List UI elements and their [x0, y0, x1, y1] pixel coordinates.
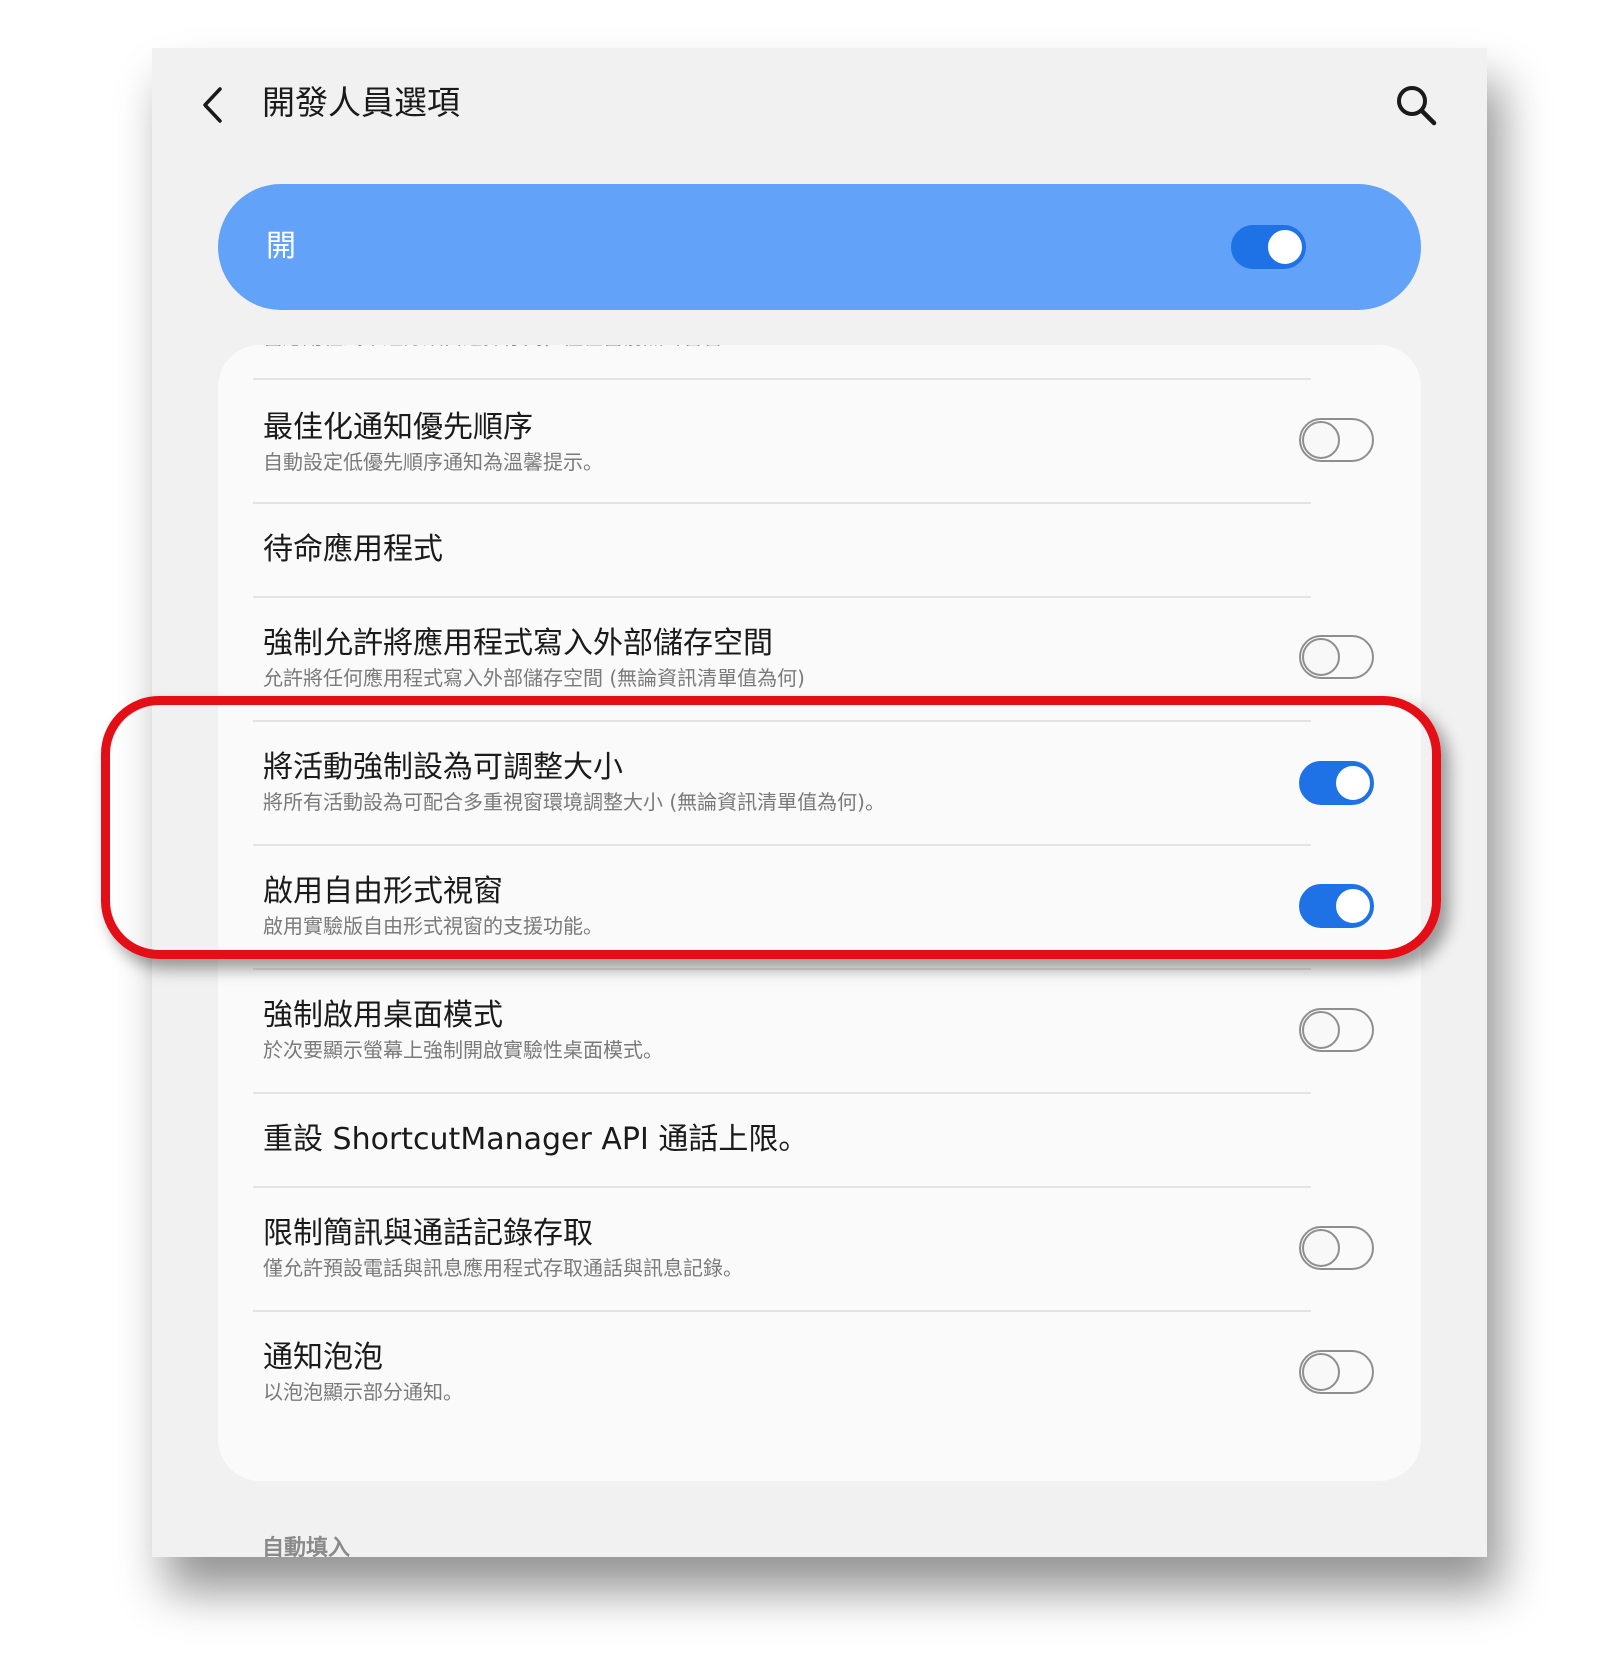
app-bar: 開發人員選項 [152, 48, 1487, 163]
settings-screen: 開發人員選項 開 當應用程式未經分類自選擇佇列，僅在當前無聲音音 最佳化通知優先… [152, 48, 1487, 1557]
toggle-knob [1266, 228, 1304, 266]
toggle-knob [1302, 638, 1340, 676]
list-item-force-desktop-mode[interactable]: 強制啟用桌面模式 於次要顯示螢幕上強制開啟實驗性桌面模式。 [218, 970, 1421, 1092]
toggle-knob [1302, 421, 1340, 459]
toggle-knob [1302, 1011, 1340, 1049]
item-title: 啟用自由形式視窗 [263, 874, 503, 909]
search-icon [1397, 86, 1437, 126]
toggle-optimize-notification-priority[interactable] [1299, 418, 1374, 462]
chevron-left-icon [203, 87, 222, 123]
list-item-standby-apps[interactable]: 待命應用程式 [218, 504, 1421, 596]
list-item-restrict-sms-call-log[interactable]: 限制簡訊與通話記錄存取 僅允許預設電話與訊息應用程式存取通話與訊息記錄。 [218, 1188, 1421, 1310]
toggle-force-external-storage[interactable] [1299, 635, 1374, 679]
item-title: 限制簡訊與通話記錄存取 [263, 1216, 593, 1251]
toggle-freeform-windows[interactable] [1299, 884, 1374, 928]
item-title: 將活動強制設為可調整大小 [263, 750, 623, 785]
item-subtitle: 啟用實驗版自由形式視窗的支援功能。 [263, 914, 603, 938]
toggle-knob [1334, 764, 1372, 802]
list-item-freeform-windows[interactable]: 啟用自由形式視窗 啟用實驗版自由形式視窗的支援功能。 [218, 846, 1421, 968]
settings-list: 當應用程式未經分類自選擇佇列，僅在當前無聲音音 最佳化通知優先順序 自動設定低優… [218, 345, 1421, 1481]
item-title: 強制啟用桌面模式 [263, 998, 503, 1033]
master-toggle[interactable] [1231, 225, 1306, 269]
item-title: 重設 ShortcutManager API 通話上限。 [263, 1122, 809, 1157]
search-button[interactable] [1392, 81, 1440, 129]
clipped-item-text: 當應用程式未經分類自選擇佇列，僅在當前無聲音音 [263, 345, 723, 353]
item-title: 最佳化通知優先順序 [263, 410, 533, 445]
toggle-force-desktop-mode[interactable] [1299, 1008, 1374, 1052]
toggle-knob [1334, 887, 1372, 925]
item-subtitle: 將所有活動設為可配合多重視窗環境調整大小 (無論資訊清單值為何)。 [263, 790, 885, 814]
master-switch-bar[interactable]: 開 [218, 184, 1421, 310]
master-switch-label: 開 [266, 229, 296, 264]
item-title: 強制允許將應用程式寫入外部儲存空間 [263, 626, 773, 661]
toggle-knob [1302, 1229, 1340, 1267]
toggle-notification-bubbles[interactable] [1299, 1350, 1374, 1394]
back-button[interactable] [192, 83, 236, 127]
list-item-reset-shortcutmanager-limit[interactable]: 重設 ShortcutManager API 通話上限。 [218, 1094, 1421, 1186]
toggle-restrict-sms-call-log[interactable] [1299, 1226, 1374, 1270]
item-subtitle: 允許將任何應用程式寫入外部儲存空間 (無論資訊清單值為何) [263, 666, 805, 690]
page-title: 開發人員選項 [262, 83, 460, 122]
section-header-autofill: 自動填入 [262, 1536, 351, 1557]
item-subtitle: 以泡泡顯示部分通知。 [263, 1380, 463, 1404]
item-subtitle: 僅允許預設電話與訊息應用程式存取通話與訊息記錄。 [263, 1256, 743, 1280]
item-title: 通知泡泡 [263, 1340, 383, 1375]
list-item-optimize-notification-priority[interactable]: 最佳化通知優先順序 自動設定低優先順序通知為溫馨提示。 [218, 380, 1421, 502]
item-subtitle: 自動設定低優先順序通知為溫馨提示。 [263, 450, 603, 474]
toggle-force-resizable-activities[interactable] [1299, 761, 1374, 805]
item-title: 待命應用程式 [263, 532, 443, 567]
list-item-force-external-storage[interactable]: 強制允許將應用程式寫入外部儲存空間 允許將任何應用程式寫入外部儲存空間 (無論資… [218, 598, 1421, 720]
toggle-knob [1302, 1353, 1340, 1391]
item-subtitle: 於次要顯示螢幕上強制開啟實驗性桌面模式。 [263, 1038, 663, 1062]
list-item-notification-bubbles[interactable]: 通知泡泡 以泡泡顯示部分通知。 [218, 1312, 1421, 1434]
list-item-force-resizable-activities[interactable]: 將活動強制設為可調整大小 將所有活動設為可配合多重視窗環境調整大小 (無論資訊清… [218, 722, 1421, 844]
